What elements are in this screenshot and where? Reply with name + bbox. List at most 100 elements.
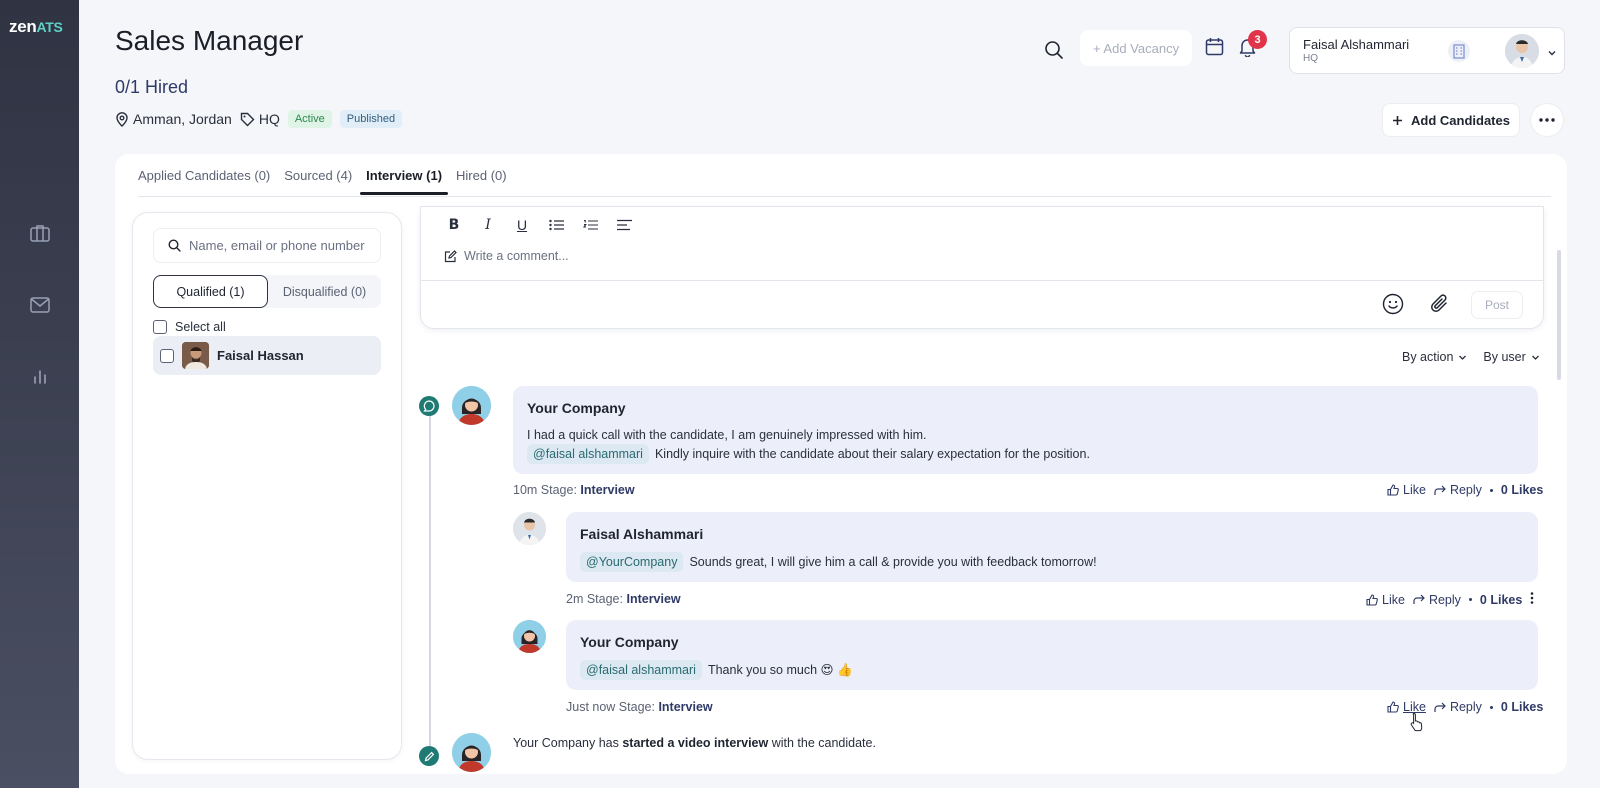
align-icon[interactable] [615,216,633,234]
emoji-icon[interactable] [1382,293,1404,320]
vacancy-meta: Amman, Jordan HQ Active Published [115,110,403,128]
italic-icon[interactable]: I [479,216,497,234]
chevron-down-icon[interactable] [1547,45,1557,63]
briefcase-icon[interactable] [28,221,52,245]
chart-icon[interactable] [28,364,52,388]
underline-icon[interactable]: U [513,216,531,234]
candidate-avatar [182,342,209,369]
mention-tag[interactable]: @faisal alshammari [527,444,649,464]
candidate-checkbox[interactable] [160,348,174,363]
tag: HQ [240,111,280,127]
comment-input[interactable]: Write a comment... [444,249,569,263]
comment-bubble: Your Company I had a quick call with the… [513,386,1538,474]
reply-label: Reply [1428,592,1461,607]
select-all[interactable]: Select all [153,320,226,334]
activity-actor: Your Company has [513,736,619,750]
separator-dot [1468,598,1472,601]
more-horizontal-icon [1539,118,1555,122]
like-button[interactable]: Like [1366,593,1405,607]
comment-text-rest: Kindly inquire with the candidate about … [654,447,1090,461]
tabs-divider [138,196,1551,197]
by-action-filter[interactable]: By action [1402,350,1467,364]
avatar [1505,34,1539,68]
bullet-list-icon[interactable] [547,216,565,234]
logo-text: zen [9,17,37,36]
attachment-icon[interactable] [1429,293,1451,320]
reply-icon [1413,594,1425,604]
pencil-icon [419,746,439,766]
post-button[interactable]: Post [1471,291,1523,319]
reply-actions: Like Reply 0 Likes [1366,592,1534,607]
user-org: HQ [1303,53,1318,64]
reply-author: Faisal Alshammari [580,526,704,542]
reply-text-rest: Sounds great, I will give him a call & p… [689,555,1097,569]
add-vacancy-button[interactable]: + Add Vacancy [1080,30,1192,66]
mention-tag[interactable]: @faisal alshammari [580,660,702,680]
numbered-list-icon[interactable] [581,216,599,234]
by-action-label: By action [1402,350,1454,364]
by-user-filter[interactable]: By user [1483,350,1539,364]
reply-button[interactable]: Reply [1413,593,1461,607]
avatar [452,386,491,425]
qualified-tab[interactable]: Qualified (1) [153,275,268,308]
select-all-checkbox[interactable] [153,320,167,334]
select-all-label: Select all [175,320,226,334]
location: Amman, Jordan [115,111,232,127]
disqualified-tab[interactable]: Disqualified (0) [268,275,381,308]
reply-bubble: Faisal Alshammari @YourCompany Sounds gr… [566,512,1538,582]
tab-sourced[interactable]: Sourced (4) [284,166,352,195]
likes-count: 0 Likes [1479,592,1523,607]
comment-author: Your Company [527,400,626,416]
more-options-button[interactable] [1530,103,1564,137]
avatar [513,512,546,545]
tab-interview[interactable]: Interview (1) [360,166,448,195]
comment-time: 10m Stage: [513,483,577,497]
reply-time: 2m Stage: [566,592,623,606]
reply-label: Reply [1449,700,1482,714]
reply-button[interactable]: Reply [1434,700,1482,714]
candidate-name: Faisal Hassan [217,348,304,363]
search-icon [168,239,181,252]
calendar-icon[interactable] [1205,37,1224,61]
avatar [513,620,546,653]
thumbs-up-icon [1387,701,1399,713]
likes-count: 0 Likes [1500,700,1544,714]
timeline-line [429,407,431,752]
like-label: Like [1403,483,1426,497]
by-user-label: By user [1483,350,1526,364]
bold-icon[interactable]: B [445,216,463,234]
tab-applied[interactable]: Applied Candidates (0) [138,166,270,195]
comment-actions: Like Reply 0 Likes [1387,483,1543,497]
reply-stage: Interview [626,592,681,606]
tag-text: HQ [258,111,280,127]
more-vertical-icon[interactable] [1530,592,1534,607]
comment-text-line2: @faisal alshammari Kindly inquire with t… [527,444,1090,464]
thumbs-up-icon [1387,484,1399,496]
like-button[interactable]: Like [1387,483,1426,497]
search-icon[interactable] [1044,40,1064,65]
app-logo[interactable]: zenATS [9,17,63,37]
publish-badge: Published [339,110,403,128]
reply-bubble: Your Company @faisal alshammari Thank yo… [566,620,1538,690]
add-candidates-button[interactable]: Add Candidates [1382,103,1520,137]
qualification-toggle: Qualified (1) Disqualified (0) [153,275,381,308]
mention-tag[interactable]: @YourCompany [580,552,684,572]
comment-meta: 10m Stage: Interview [513,483,635,497]
candidate-search-input[interactable]: Name, email or phone number [153,228,381,263]
status-badge: Active [287,110,332,128]
location-text: Amman, Jordan [133,111,232,127]
user-menu[interactable]: Faisal Alshammari HQ [1289,27,1565,74]
location-pin-icon [116,111,128,127]
mail-icon[interactable] [28,293,52,317]
reply-stage: Interview [658,700,713,714]
reply-time: Just now Stage: [566,700,655,714]
thumbs-up-icon [1366,593,1378,606]
scrollbar[interactable] [1557,250,1561,380]
stage-tabs: Applied Candidates (0) Sourced (4) Inter… [138,166,507,195]
user-name: Faisal Alshammari [1303,37,1410,52]
reply-button[interactable]: Reply [1434,483,1482,497]
tab-hired[interactable]: Hired (0) [456,166,507,195]
reply-author: Your Company [580,634,679,650]
building-icon [1448,40,1470,67]
candidate-row[interactable]: Faisal Hassan [153,336,381,375]
